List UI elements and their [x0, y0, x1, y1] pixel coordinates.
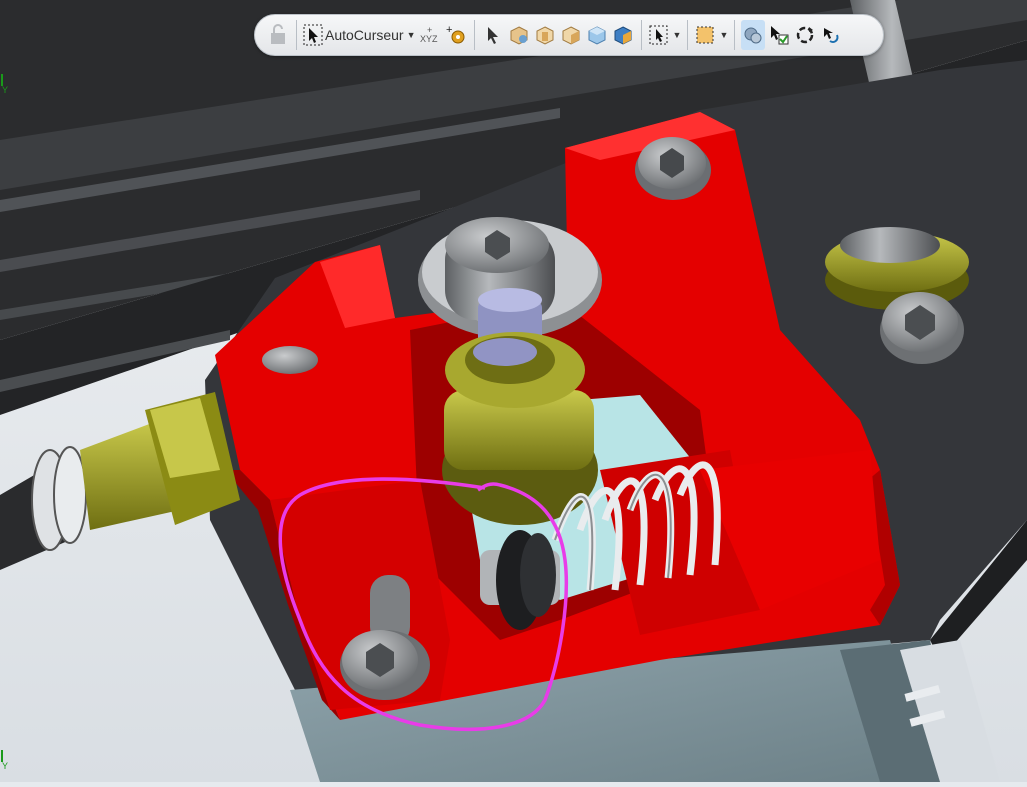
svg-text:+: + — [427, 25, 432, 35]
selection-filter-icon[interactable]: ▼ — [648, 20, 682, 50]
svg-text:XYZ: XYZ — [420, 34, 438, 44]
chevron-down-icon[interactable]: ▼ — [673, 30, 682, 40]
rotate-view-icon[interactable] — [793, 20, 817, 50]
toolbar-separator — [473, 20, 475, 50]
toolbar-separator — [687, 20, 689, 50]
section-view-icon[interactable] — [741, 20, 766, 50]
screw-left-small — [262, 346, 318, 374]
toolbar-separator — [734, 20, 736, 50]
extruder-assembly-render — [0, 0, 1027, 782]
autocursor-label: AutoCurseur — [325, 27, 404, 43]
toolbar-separator — [296, 20, 297, 50]
cube-view-top-icon[interactable] — [585, 20, 609, 50]
add-part-gear-icon[interactable]: + — [444, 20, 468, 50]
lock-icon[interactable] — [266, 20, 290, 50]
select-arrow-icon[interactable] — [481, 20, 505, 50]
chevron-down-icon[interactable]: ▼ — [407, 30, 416, 40]
autocursor-icon[interactable]: AutoCurseur ▼ — [303, 20, 416, 50]
box-select-icon[interactable]: ▼ — [694, 20, 728, 50]
cad-3d-viewport[interactable] — [0, 0, 1027, 782]
axis-y-label: Y — [2, 85, 8, 94]
heads-up-toolbar: AutoCurseur ▼ XYZ + + ▼ ▼ — [254, 14, 884, 56]
chevron-down-icon[interactable]: ▼ — [719, 30, 728, 40]
select-check-icon[interactable] — [767, 20, 791, 50]
undo-view-icon[interactable] — [819, 20, 843, 50]
cube-view-side-icon[interactable] — [559, 20, 583, 50]
cube-view-iso-icon[interactable] — [507, 20, 531, 50]
axis-y-label: Y — [2, 761, 8, 770]
xyz-axis-icon[interactable]: XYZ + — [418, 20, 442, 50]
cube-view-front-icon[interactable] — [533, 20, 557, 50]
svg-text:+: + — [446, 24, 452, 36]
triad-axis-icon: Y — [0, 72, 14, 99]
triad-axis-icon: Y — [0, 748, 14, 775]
toolbar-separator — [640, 20, 642, 50]
cube-view-shaded-icon[interactable] — [611, 20, 635, 50]
